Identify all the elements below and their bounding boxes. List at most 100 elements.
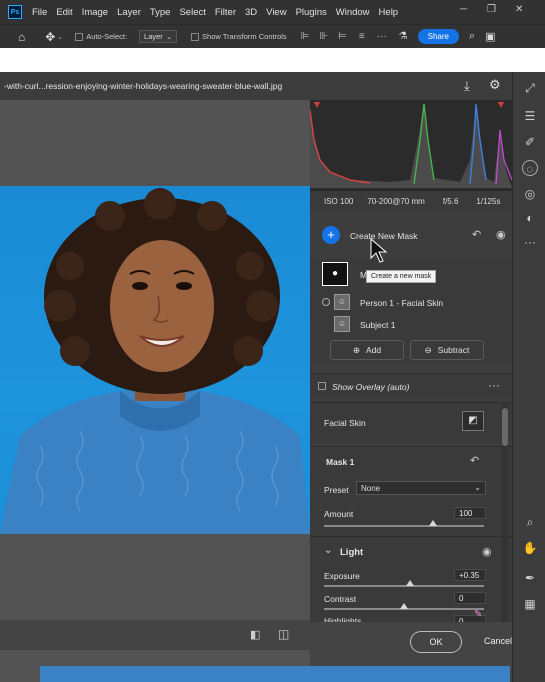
fit-view-icon[interactable]: ◧ <box>250 628 260 641</box>
scrollbar-thumb[interactable] <box>502 408 508 446</box>
align-center-icon[interactable]: ⊪ <box>319 31 328 42</box>
histogram <box>309 100 513 190</box>
restore-icon[interactable]: ❐ <box>487 4 496 15</box>
sampler-icon[interactable]: ✒ <box>522 570 538 586</box>
mouse-cursor-icon <box>370 238 388 263</box>
histogram-graph <box>309 102 513 188</box>
visibility-eye-icon[interactable]: ◉ <box>496 228 506 241</box>
edit-panel: ISO 100 70-200@70 mm f/5.6 1/125s + Crea… <box>309 100 513 623</box>
menu-image[interactable]: Image <box>82 7 108 18</box>
exif-lens: 70-200@70 mm <box>367 197 425 206</box>
create-new-mask-button[interactable]: + <box>322 226 340 244</box>
minimize-icon[interactable]: ─ <box>460 4 467 15</box>
heal-brush-icon[interactable]: ✐ <box>522 134 538 150</box>
light-visibility-eye-icon[interactable]: ◉ <box>482 545 492 558</box>
cancel-button[interactable]: Cancel <box>484 636 512 646</box>
menu-help[interactable]: Help <box>379 7 399 18</box>
presets-icon[interactable]: ◐ <box>522 210 538 226</box>
chevron-down-icon: ⌄ <box>166 33 173 41</box>
more-tools-icon[interactable]: ··· <box>522 234 538 250</box>
collapse-chevron-icon[interactable]: ⌄ <box>324 545 332 556</box>
red-eye-icon[interactable]: ◎ <box>522 186 538 202</box>
menu-layer[interactable]: Layer <box>117 7 141 18</box>
panel-scrollbar[interactable] <box>502 402 508 622</box>
subtract-button[interactable]: ⊖ Subtract <box>410 340 484 360</box>
subject-mask-thumbnail[interactable]: ☺ <box>334 316 350 332</box>
menu-type[interactable]: Type <box>150 7 171 18</box>
exposure-value[interactable]: +0.35 <box>454 569 486 581</box>
preset-dropdown[interactable]: None ⌄ <box>356 481 486 495</box>
fullscreen-icon[interactable]: ⤢ <box>522 80 538 96</box>
align-right-icon[interactable]: ⊨ <box>338 31 347 42</box>
show-transform-checkbox[interactable] <box>191 32 200 41</box>
amount-slider-thumb[interactable] <box>428 520 437 526</box>
mask1-section: Mask 1 ↶ Preset None ⌄ Amount 100 <box>310 446 512 536</box>
before-after-icon[interactable]: ◫ <box>278 627 289 641</box>
align-left-icon[interactable]: ⊫ <box>301 31 310 42</box>
move-tool-icon[interactable]: ✥ <box>45 30 55 44</box>
canvas-bottom-bar: ◧ ◫ <box>0 620 310 650</box>
amount-slider-track[interactable] <box>324 525 484 527</box>
masking-icon[interactable]: ◌ <box>522 160 538 176</box>
edit-sliders-icon[interactable]: ☰ <box>522 108 538 124</box>
contrast-value[interactable]: 0 <box>454 592 486 604</box>
light-section: ⌄ Light ◉ Exposure +0.35 Contrast 0 High… <box>310 536 512 623</box>
search-icon[interactable]: ⌕ <box>469 30 475 43</box>
exposure-slider-thumb[interactable] <box>406 580 415 586</box>
menu-edit[interactable]: Edit <box>56 7 72 18</box>
image-canvas[interactable]: ◧ ◫ <box>0 100 310 650</box>
exposure-label: Exposure <box>324 571 360 581</box>
more-icon[interactable]: ··· <box>377 31 387 42</box>
menu-file[interactable]: File <box>32 7 47 18</box>
right-tool-strip: ⤢ ☰ ✐ ◌ ◎ ◐ ··· ⌕ ✋ ✒ ▦ <box>512 72 545 682</box>
mask-thumbnail[interactable]: ● <box>322 262 348 286</box>
layer-dropdown[interactable]: Layer ⌄ <box>139 30 178 43</box>
chevron-down-icon[interactable]: ⌄ <box>57 33 63 41</box>
close-icon[interactable]: ✕ <box>515 4 523 15</box>
flask-icon[interactable]: ⚗ <box>399 31 408 42</box>
amount-value[interactable]: 100 <box>454 507 486 519</box>
menu-window[interactable]: Window <box>336 7 370 18</box>
photoshop-logo-icon: Ps <box>8 5 22 19</box>
home-icon[interactable]: ⌂ <box>18 30 25 44</box>
menu-plugins[interactable]: Plugins <box>296 7 327 18</box>
person-mask-thumbnail[interactable]: ☺ <box>334 294 350 310</box>
distribute-icon[interactable]: ≡ <box>359 31 365 42</box>
amount-label: Amount <box>324 509 354 519</box>
menu-view[interactable]: View <box>266 7 286 18</box>
layer-dropdown-value: Layer <box>144 32 163 41</box>
filename-label: -with-curl...ression-enjoying-winter-hol… <box>4 81 283 91</box>
person-icon: ☺ <box>337 297 347 306</box>
menu-3d[interactable]: 3D <box>245 7 257 18</box>
mask-visibility-dot[interactable] <box>322 298 330 306</box>
contrast-slider-thumb[interactable] <box>400 603 408 609</box>
portrait-illustration <box>0 188 310 534</box>
menu-select[interactable]: Select <box>179 7 205 18</box>
gear-icon[interactable]: ⚙ <box>489 77 501 93</box>
show-overlay-checkbox[interactable] <box>318 382 326 390</box>
ok-button[interactable]: OK <box>410 631 462 653</box>
subject-icon: ☺ <box>337 319 347 328</box>
zoom-icon[interactable]: ⌕ <box>522 514 538 530</box>
add-button[interactable]: ⊕ Add <box>330 340 404 360</box>
auto-select-checkbox[interactable] <box>75 32 84 41</box>
show-overlay-label: Show Overlay (auto) <box>332 382 410 392</box>
light-title: Light <box>340 547 364 558</box>
chevron-down-icon: ⌄ <box>474 483 481 492</box>
show-transform-label: Show Transform Controls <box>202 32 287 41</box>
preset-label: Preset <box>324 485 349 495</box>
exposure-slider-track[interactable] <box>324 585 484 587</box>
more-options-icon[interactable]: ··· <box>488 378 500 392</box>
reset-mask-icon[interactable]: ↶ <box>470 454 479 467</box>
workspace-icon[interactable]: ▣ <box>485 30 495 43</box>
save-icon[interactable]: ⤓ <box>464 78 470 94</box>
plus-icon: + <box>327 227 335 242</box>
person-facial-skin-label[interactable]: Person 1 - Facial Skin <box>360 298 443 308</box>
invert-mask-button[interactable]: ◩ <box>462 411 484 431</box>
subject-label[interactable]: Subject 1 <box>360 320 395 330</box>
reset-icon[interactable]: ↶ <box>472 228 481 241</box>
menu-filter[interactable]: Filter <box>215 7 236 18</box>
share-button[interactable]: Share <box>417 29 459 44</box>
grid-icon[interactable]: ▦ <box>522 596 538 612</box>
hand-icon[interactable]: ✋ <box>522 540 538 556</box>
